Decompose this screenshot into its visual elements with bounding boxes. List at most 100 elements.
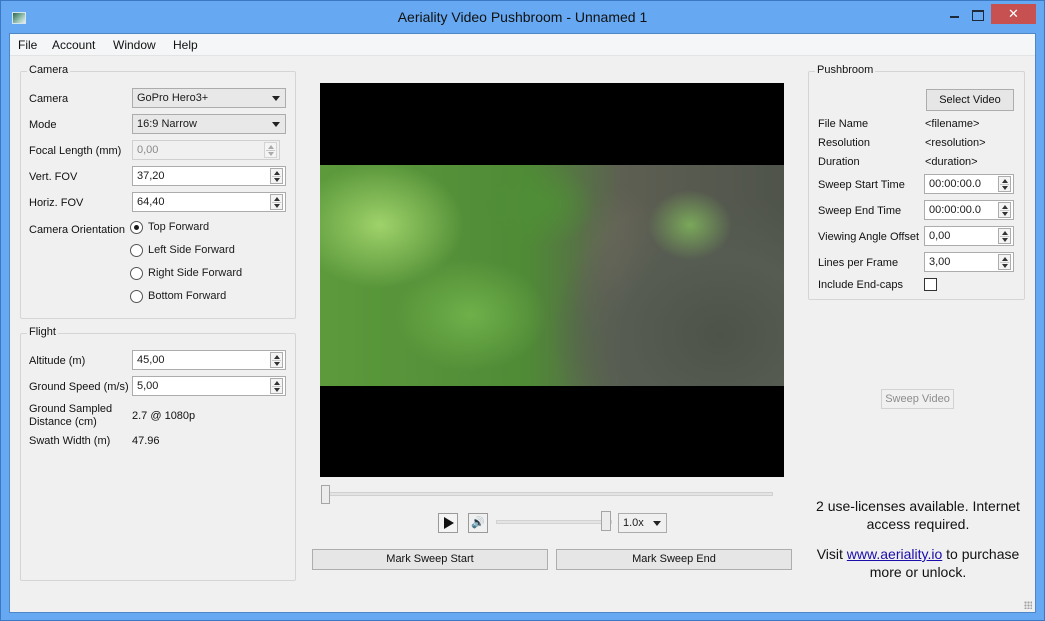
volume-slider-track[interactable] (496, 520, 612, 524)
file-name-value: <filename> (925, 118, 980, 130)
sweep-start-input[interactable]: 00:00:00.0 (924, 174, 1014, 194)
license-availability-text: 2 use-licenses available. Internet acces… (816, 498, 1020, 532)
select-video-button[interactable]: Select Video (926, 89, 1014, 111)
camera-select[interactable]: GoPro Hero3+ (132, 88, 286, 108)
mark-sweep-start-button[interactable]: Mark Sweep Start (312, 549, 548, 570)
license-visit-text: Visit www.aeriality.io to purchase more … (800, 545, 1036, 581)
title-bar[interactable]: Aeriality Video Pushbroom - Unnamed 1 ✕ (1, 1, 1044, 33)
vert-fov-label: Vert. FOV (29, 171, 78, 183)
camera-label: Camera (29, 93, 69, 105)
camera-group-title: Camera (27, 64, 71, 76)
sweep-end-input[interactable]: 00:00:00.0 (924, 200, 1014, 220)
spin-buttons-icon[interactable] (998, 254, 1011, 270)
gsd-label-line1: Ground Sampled (29, 403, 113, 415)
spin-buttons-icon[interactable] (998, 228, 1011, 244)
spin-buttons-icon[interactable] (270, 168, 283, 184)
altitude-input[interactable]: 45,00 (132, 350, 286, 370)
sweep-end-label: Sweep End Time (818, 205, 902, 217)
ground-speed-value: 5,00 (137, 380, 159, 392)
include-endcaps-label: Include End-caps (818, 279, 903, 291)
ground-speed-input[interactable]: 5,00 (132, 376, 286, 396)
menu-file[interactable]: File (18, 38, 37, 52)
spin-buttons-icon[interactable] (270, 194, 283, 210)
spin-buttons-icon[interactable] (270, 352, 283, 368)
horiz-fov-input[interactable]: 64,40 (132, 192, 286, 212)
mark-sweep-end-button[interactable]: Mark Sweep End (556, 549, 792, 570)
spin-buttons-icon[interactable] (270, 378, 283, 394)
radio-unchecked-icon (130, 290, 143, 303)
pushbroom-group-title: Pushbroom (815, 64, 876, 76)
license-notice: 2 use-licenses available. Internet acces… (800, 497, 1036, 581)
mute-button[interactable]: 🔊 (468, 513, 488, 533)
lines-per-frame-input[interactable]: 3,00 (924, 252, 1014, 272)
radio-checked-icon (130, 221, 143, 234)
altitude-label: Altitude (m) (29, 355, 86, 367)
camera-group: Camera Camera GoPro Hero3+ Mode 16:9 Nar… (20, 64, 296, 319)
radio-unchecked-icon (130, 244, 143, 257)
volume-slider-handle[interactable] (601, 511, 611, 531)
play-button[interactable] (438, 513, 458, 533)
camera-select-value: GoPro Hero3+ (137, 92, 209, 104)
radio-unchecked-icon (130, 267, 143, 280)
focal-length-label: Focal Length (mm) (29, 145, 122, 157)
horiz-fov-label: Horiz. FOV (29, 197, 84, 209)
menu-help[interactable]: Help (173, 38, 198, 52)
flight-group: Flight Altitude (m) 45,00 Ground Speed (… (20, 326, 296, 581)
spin-buttons-icon (264, 142, 277, 158)
chevron-down-icon (653, 521, 661, 526)
menu-bar: File Account Window Help (10, 34, 1035, 56)
seek-slider-track[interactable] (328, 492, 773, 496)
file-name-label: File Name (818, 118, 869, 130)
radio-left-side-forward[interactable]: Left Side Forward (130, 244, 270, 258)
aeriality-link[interactable]: www.aeriality.io (847, 546, 942, 562)
lines-per-frame-value: 3,00 (929, 256, 951, 268)
radio-label: Bottom Forward (148, 290, 227, 302)
swath-width-value: 47.96 (132, 435, 160, 447)
lines-per-frame-label: Lines per Frame (818, 257, 899, 269)
duration-value: <duration> (925, 156, 978, 168)
playback-rate-select[interactable]: 1.0x (618, 513, 667, 533)
horiz-fov-value: 64,40 (137, 196, 165, 208)
window-title: Aeriality Video Pushbroom - Unnamed 1 (397, 9, 648, 25)
camera-orientation-label: Camera Orientation (29, 224, 125, 236)
mode-label: Mode (29, 119, 57, 131)
ground-speed-label: Ground Speed (m/s) (29, 381, 129, 393)
vert-fov-value: 37,20 (137, 170, 165, 182)
maximize-button[interactable] (963, 3, 993, 25)
resize-grip-icon[interactable] (1024, 601, 1032, 609)
seek-slider-handle[interactable] (321, 485, 330, 504)
vert-fov-input[interactable]: 37,20 (132, 166, 286, 186)
radio-top-forward[interactable]: Top Forward (130, 221, 270, 235)
sweep-start-value: 00:00:00.0 (929, 178, 981, 190)
playback-rate-value: 1.0x (623, 517, 644, 529)
speaker-icon: 🔊 (471, 517, 485, 529)
duration-label: Duration (818, 156, 860, 168)
menu-account[interactable]: Account (52, 38, 95, 52)
sweep-video-button[interactable]: Sweep Video (881, 389, 954, 409)
resolution-value: <resolution> (925, 137, 986, 149)
radio-right-side-forward[interactable]: Right Side Forward (130, 267, 270, 281)
swath-width-label: Swath Width (m) (29, 435, 111, 447)
menu-window[interactable]: Window (113, 38, 156, 52)
radio-bottom-forward[interactable]: Bottom Forward (130, 290, 270, 304)
sweep-start-label: Sweep Start Time (818, 179, 905, 191)
focal-length-input: 0,00 (132, 140, 280, 160)
spin-buttons-icon[interactable] (998, 176, 1011, 192)
flight-group-title: Flight (27, 326, 58, 338)
radio-label: Left Side Forward (148, 244, 235, 256)
include-endcaps-checkbox[interactable] (924, 278, 937, 291)
video-player[interactable] (320, 83, 784, 477)
chevron-down-icon (272, 96, 280, 101)
viewing-angle-offset-input[interactable]: 0,00 (924, 226, 1014, 246)
altitude-value: 45,00 (137, 354, 165, 366)
spin-buttons-icon[interactable] (998, 202, 1011, 218)
close-button[interactable]: ✕ (991, 4, 1036, 24)
resolution-label: Resolution (818, 137, 870, 149)
visit-prefix: Visit (816, 546, 847, 562)
gsd-label-line2: Distance (cm) (29, 416, 97, 428)
mode-select-value: 16:9 Narrow (137, 118, 197, 130)
chevron-down-icon (272, 122, 280, 127)
mode-select[interactable]: 16:9 Narrow (132, 114, 286, 134)
sweep-end-value: 00:00:00.0 (929, 204, 981, 216)
video-frame (320, 165, 784, 386)
